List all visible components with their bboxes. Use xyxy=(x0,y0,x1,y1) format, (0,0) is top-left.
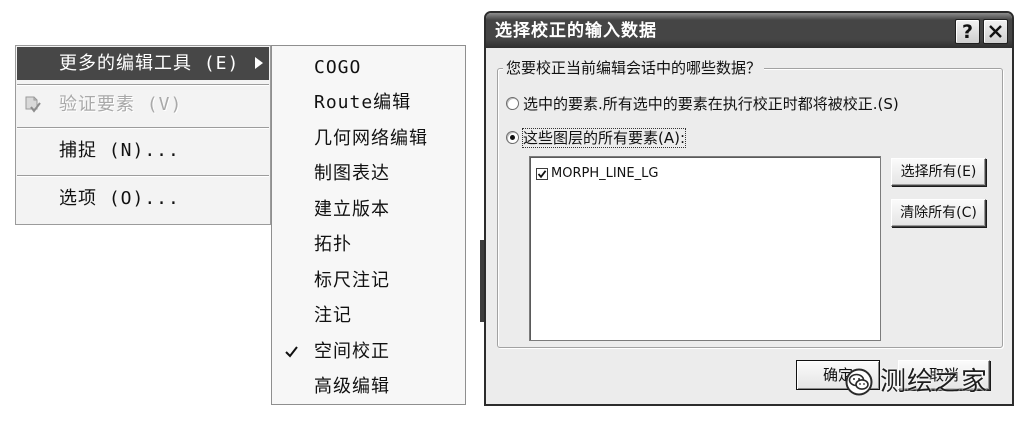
select-all-button[interactable]: 选择所有(E) xyxy=(891,158,986,186)
close-icon xyxy=(989,25,1002,38)
menu-separator xyxy=(17,127,269,129)
radio-selected-features[interactable] xyxy=(506,97,519,110)
clear-all-button[interactable]: 清除所有(C) xyxy=(891,199,986,227)
layer-list[interactable]: MORPH_LINE_LG xyxy=(529,156,881,341)
submenu-item-label: 标尺注记 xyxy=(314,269,390,291)
editing-tools-submenu: COGO Route编辑 几何网络编辑 制图表达 建立版本 拓扑 标尺注记 注记… xyxy=(271,45,466,405)
submenu-item-label: 空间校正 xyxy=(314,340,390,362)
submenu-item-route-editing[interactable]: Route编辑 xyxy=(273,86,464,121)
option-label: 这些图层的所有要素(A): xyxy=(521,128,687,148)
button-label: 选择所有(E) xyxy=(900,164,977,180)
dialog-title-bar[interactable]: 选择校正的输入数据 ? xyxy=(486,13,1012,48)
menu-item-snapping[interactable]: 捕捉 (N)... xyxy=(17,134,269,167)
submenu-item-representation[interactable]: 制图表达 xyxy=(273,157,464,192)
submenu-item-label: 拓扑 xyxy=(314,234,352,255)
submenu-item-geometric-network-editing[interactable]: 几何网络编辑 xyxy=(273,121,464,156)
menu-item-options[interactable]: 选项 (O)... xyxy=(17,182,269,215)
button-label: 清除所有(C) xyxy=(900,205,977,221)
close-button[interactable] xyxy=(983,19,1008,44)
context-menu: 更多的编辑工具 (E) 验证要素 (V) 捕捉 (N)... 选项 (O)... xyxy=(15,45,271,225)
submenu-item-dimensioning[interactable]: 标尺注记 xyxy=(273,263,464,298)
submenu-item-label: 建立版本 xyxy=(314,198,390,220)
option-label: 选中的要素.所有选中的要素在执行校正时都将被校正.(S) xyxy=(523,95,899,113)
submenu-item-spatial-adjustment[interactable]: 空间校正 xyxy=(273,334,464,369)
validate-features-icon xyxy=(23,95,42,114)
menu-item-validate-features[interactable]: 验证要素 (V) xyxy=(17,88,269,121)
menu-item-more-editing-tools[interactable]: 更多的编辑工具 (E) xyxy=(17,47,269,80)
menu-item-label: 选项 (O)... xyxy=(59,187,180,209)
submenu-item-label: 注记 xyxy=(314,305,352,326)
help-icon: ? xyxy=(961,21,974,43)
submenu-item-label: COGO xyxy=(314,56,362,78)
submenu-item-advanced-editing[interactable]: 高级编辑 xyxy=(273,370,464,405)
submenu-item-topology[interactable]: 拓扑 xyxy=(273,228,464,263)
watermark: 测绘之家 xyxy=(845,367,1005,397)
menu-item-label: 捕捉 (N)... xyxy=(59,139,180,161)
menu-item-label: 更多的编辑工具 (E) xyxy=(59,52,240,74)
submenu-item-label: 高级编辑 xyxy=(314,376,390,397)
submenu-item-label: 制图表达 xyxy=(314,163,390,184)
help-button[interactable]: ? xyxy=(955,19,980,44)
submenu-arrow-icon xyxy=(254,57,264,69)
submenu-item-annotation[interactable]: 注记 xyxy=(273,299,464,334)
submenu-item-label: 几何网络编辑 xyxy=(314,127,428,149)
dialog-title: 选择校正的输入数据 xyxy=(495,21,657,41)
submenu-item-label: Route编辑 xyxy=(314,92,412,113)
choose-input-dialog: 选择校正的输入数据 ? 您要校正当前编辑会话中的哪些数据？ 选中的要素.所有选中… xyxy=(484,11,1014,406)
data-selection-group: 您要校正当前编辑会话中的哪些数据？ 选中的要素.所有选中的要素在执行校正时都将被… xyxy=(497,59,1003,348)
submenu-item-versioning[interactable]: 建立版本 xyxy=(273,192,464,227)
group-label: 您要校正当前编辑会话中的哪些数据？ xyxy=(503,59,765,77)
layer-name: MORPH_LINE_LG xyxy=(551,166,659,181)
menu-item-label: 验证要素 (V) xyxy=(59,93,183,115)
checkmark-icon xyxy=(284,344,299,359)
wechat-icon xyxy=(845,368,875,396)
layer-checkbox[interactable] xyxy=(536,168,548,180)
submenu-item-cogo[interactable]: COGO xyxy=(273,50,464,85)
watermark-text: 测绘之家 xyxy=(880,367,989,397)
menu-separator xyxy=(17,175,269,177)
radio-all-layer-features[interactable] xyxy=(506,131,519,144)
menu-separator xyxy=(17,84,269,86)
